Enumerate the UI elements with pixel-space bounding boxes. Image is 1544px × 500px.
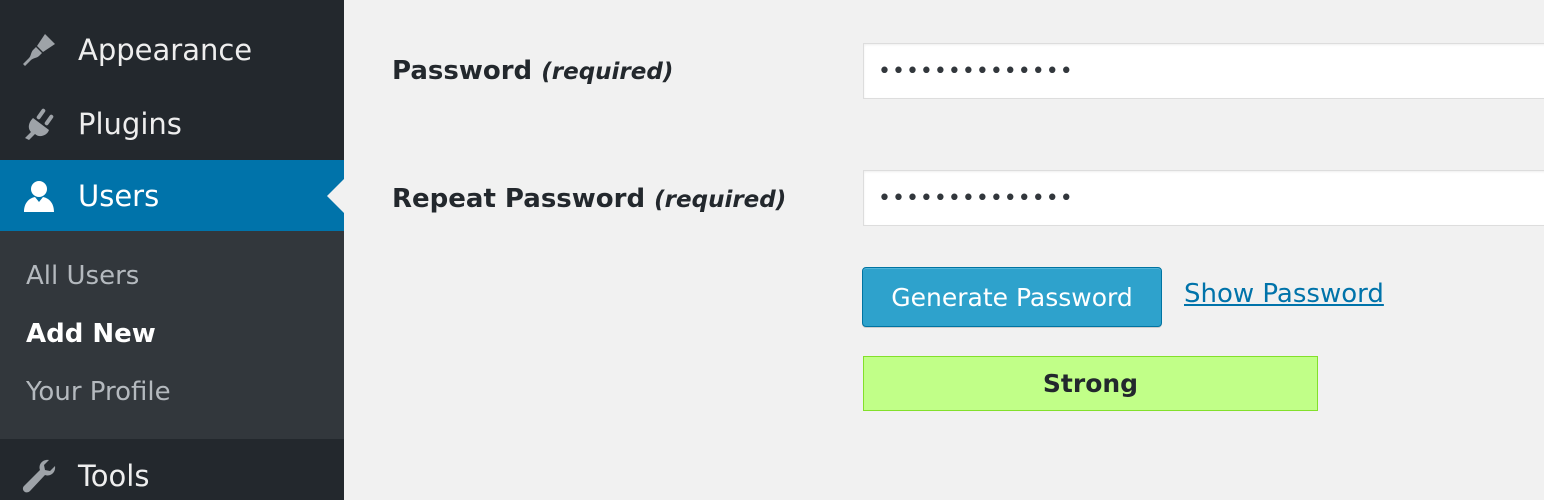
required-marker: (required) bbox=[654, 187, 787, 213]
submenu-item-your-profile[interactable]: Your Profile bbox=[26, 377, 171, 407]
submenu-item-all-users[interactable]: All Users bbox=[26, 261, 139, 291]
sidebar-item-appearance[interactable]: Appearance bbox=[0, 14, 344, 86]
sidebar-item-tools[interactable]: Tools bbox=[0, 440, 344, 500]
generate-password-button[interactable]: Generate Password bbox=[862, 267, 1162, 327]
sidebar-item-label: Appearance bbox=[78, 33, 253, 67]
sidebar-item-label: Tools bbox=[78, 459, 150, 493]
app-root: Appearance Plugins Users All Users Add N… bbox=[0, 0, 1544, 500]
users-submenu: All Users Add New Your Profile bbox=[0, 231, 344, 439]
submenu-item-add-new[interactable]: Add New bbox=[26, 319, 156, 349]
password-strength-indicator: Strong bbox=[863, 356, 1318, 411]
sidebar-item-label: Plugins bbox=[78, 107, 182, 141]
show-password-link[interactable]: Show Password bbox=[1184, 279, 1384, 309]
wrench-icon bbox=[18, 455, 60, 497]
sidebar-item-label: Users bbox=[78, 178, 160, 213]
plugin-icon bbox=[18, 103, 60, 145]
sidebar-item-users[interactable]: Users bbox=[0, 160, 344, 231]
required-marker: (required) bbox=[541, 59, 674, 85]
sidebar-item-plugins[interactable]: Plugins bbox=[0, 88, 344, 160]
repeat-password-label: Repeat Password (required) bbox=[392, 184, 786, 214]
strength-label: Strong bbox=[1042, 369, 1139, 398]
paintbrush-icon bbox=[18, 29, 60, 71]
repeat-password-field[interactable] bbox=[863, 170, 1544, 226]
admin-sidebar: Appearance Plugins Users All Users Add N… bbox=[0, 0, 344, 500]
repeat-password-label-text: Repeat Password bbox=[392, 184, 646, 214]
password-label: Password (required) bbox=[392, 56, 673, 86]
active-indicator-arrow bbox=[327, 178, 344, 213]
user-icon bbox=[18, 175, 60, 217]
password-label-text: Password bbox=[392, 56, 533, 86]
password-field[interactable] bbox=[863, 43, 1544, 99]
